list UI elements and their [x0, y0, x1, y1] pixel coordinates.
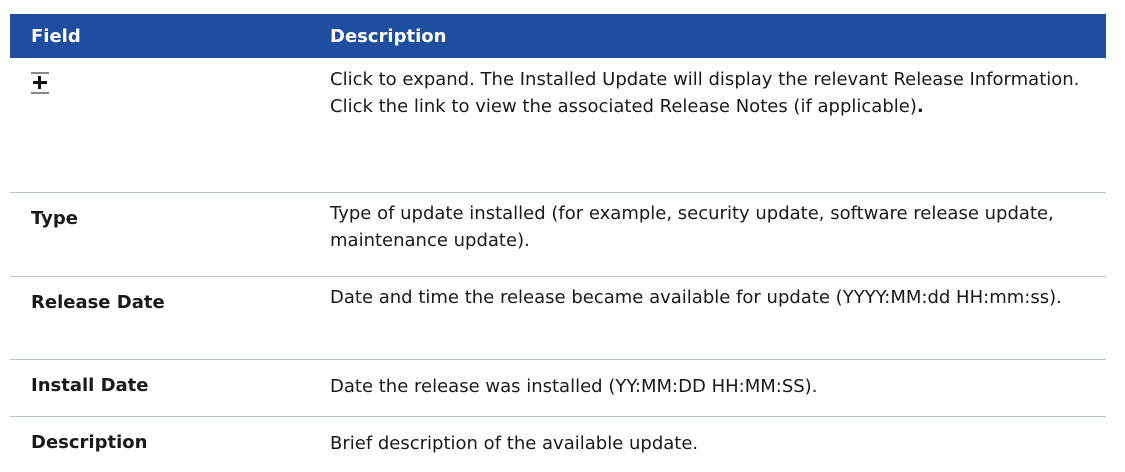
field-cell: Release Date	[31, 292, 165, 313]
table-row: Install Date Date the release was instal…	[10, 360, 1106, 417]
description-cell: Date and time the release became availab…	[330, 287, 1062, 308]
field-cell	[10, 58, 300, 192]
header-field: Field	[31, 25, 81, 47]
table-row: Release Date Date and time the release b…	[10, 277, 1106, 360]
field-cell: Install Date	[31, 375, 149, 396]
description-cell: Brief description of the available updat…	[330, 433, 699, 454]
description-text: Click to expand. The Installed Update wi…	[330, 69, 1080, 117]
header-description: Description	[330, 25, 447, 47]
table-header: Field Description	[10, 14, 1106, 58]
description-cell: Click to expand. The Installed Update wi…	[300, 58, 1106, 192]
table-row: Type Type of update installed (for examp…	[10, 193, 1106, 277]
table-row: Click to expand. The Installed Update wi…	[10, 58, 1106, 193]
expand-plus-icon[interactable]	[31, 72, 49, 94]
field-description-table: Field Description Click to expand. The I…	[10, 14, 1106, 472]
description-cell: Type of update installed (for example, s…	[330, 203, 1054, 251]
field-cell: Type	[31, 208, 78, 229]
field-cell: Description	[31, 432, 148, 453]
description-period: .	[916, 96, 924, 117]
table-row: Description Brief description of the ava…	[10, 417, 1106, 472]
description-cell: Date the release was installed (YY:MM:DD…	[330, 376, 818, 397]
